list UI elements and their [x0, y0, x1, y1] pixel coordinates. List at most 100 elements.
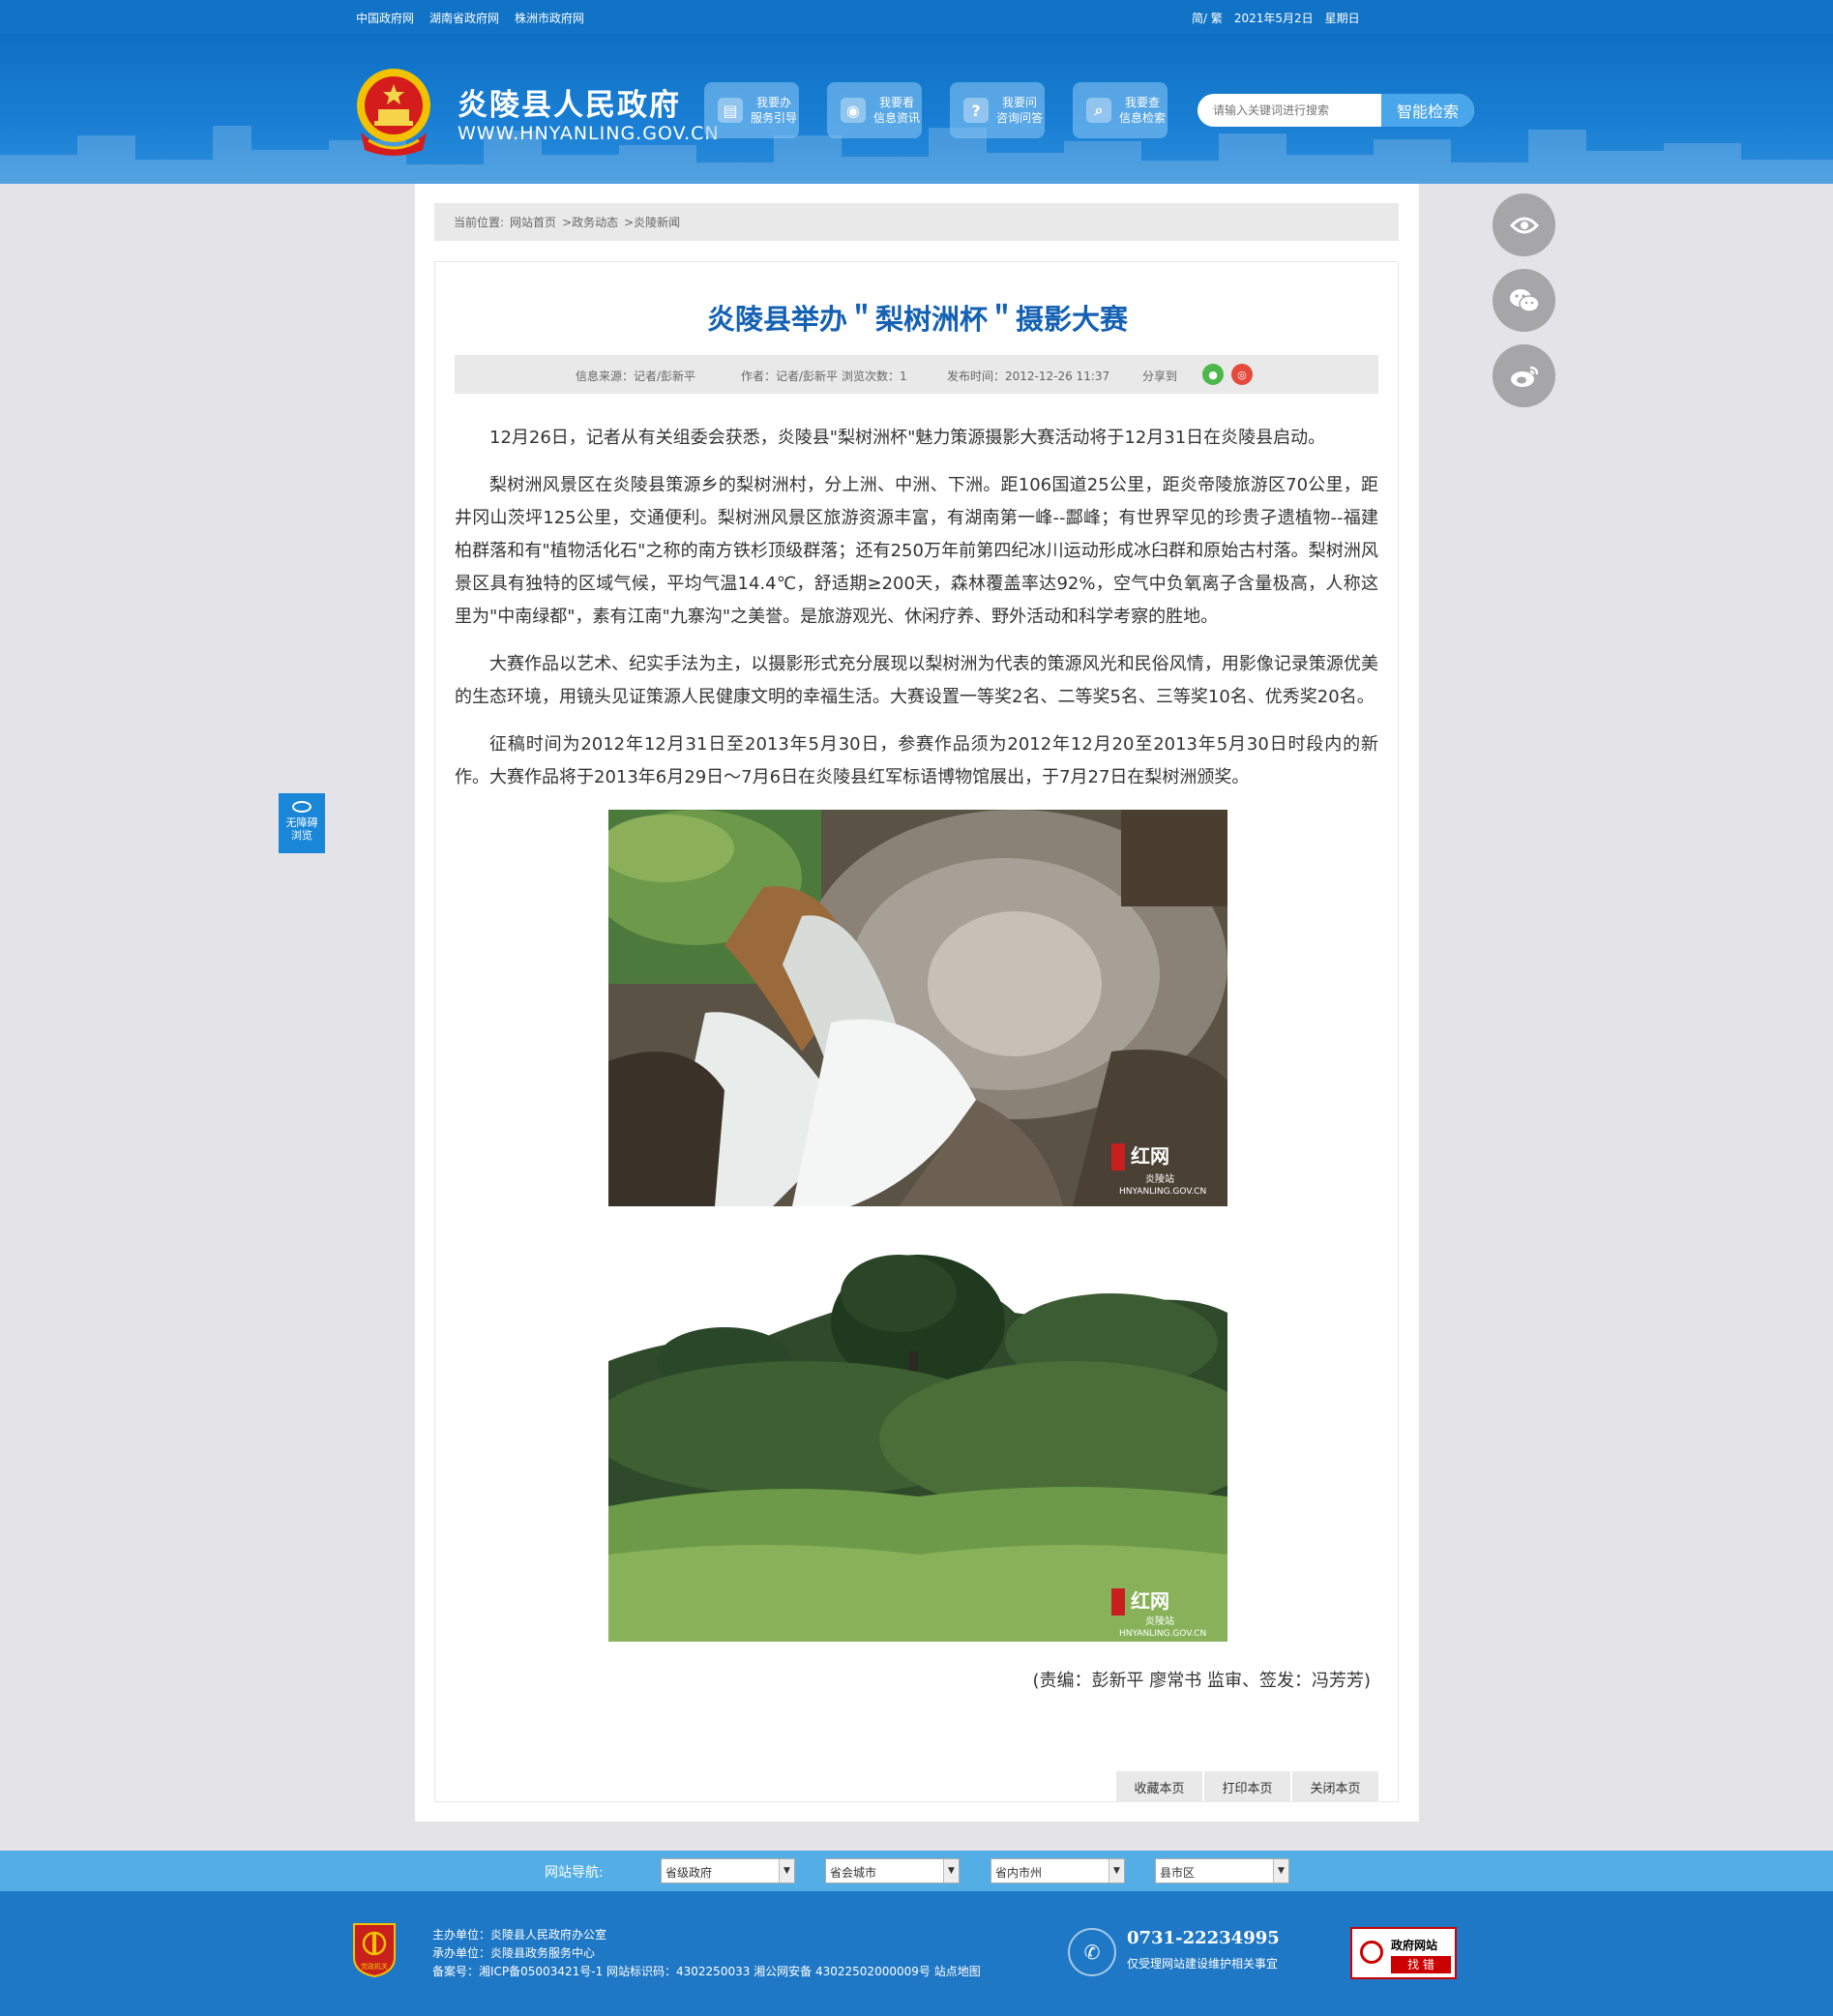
- site-footer: 党政机关 主办单位：炎陵县人民政府办公室 承办单位：炎陵县政务服务中心 备案号：…: [0, 1891, 1833, 2016]
- top-links: 中国政府网 湖南省政府网 株洲市政府网: [356, 10, 584, 26]
- forest-photo: 红网 炎陵站 HNYANLING.GOV.CN: [608, 1235, 1227, 1642]
- search-box: 智能检索: [1197, 94, 1474, 127]
- quick-button-line2: 信息资讯: [873, 111, 921, 125]
- paragraph: 征稿时间为2012年12月31日至2013年5月30日，参赛作品须为2012年1…: [455, 734, 1378, 787]
- footer-phone-note: 仅受理网站建设维护相关事宜: [1127, 1957, 1279, 1971]
- current-weekday: 星期日: [1324, 12, 1360, 25]
- close-page-button[interactable]: 关闭本页: [1292, 1771, 1378, 1802]
- magnifier-icon: [1360, 1941, 1383, 1964]
- select-value: 省内市州: [995, 1866, 1043, 1880]
- article-body: 12月26日，记者从有关组委会获悉，炎陵县"梨树洲杯"魅力策源摄影大赛活动将于1…: [455, 422, 1378, 809]
- bookmark-button[interactable]: 收藏本页: [1116, 1771, 1202, 1802]
- meta-author: 作者：记者/彭新平: [741, 370, 839, 383]
- select-province-cities[interactable]: 省内市州 ▼: [990, 1858, 1125, 1883]
- editor-credit: (责编：彭新平 廖常书 监审、签发：冯芳芳): [1032, 1671, 1372, 1691]
- quick-button-ask[interactable]: ? 我要问咨询问答: [950, 82, 1045, 138]
- accessibility-label-1: 无障碍: [285, 816, 318, 829]
- photo-watermark-url: HNYANLING.GOV.CN: [1119, 1187, 1206, 1197]
- link-hunan-gov[interactable]: 湖南省政府网: [429, 10, 499, 26]
- quick-button-line2: 信息检索: [1119, 111, 1167, 125]
- meta-published: 发布时间：2012-12-26 11:37: [947, 370, 1110, 383]
- photo-watermark-url: HNYANLING.GOV.CN: [1119, 1629, 1206, 1639]
- paragraph: 大赛作品以艺术、纪实手法为主，以摄影形式充分展现以梨树洲为代表的策源风光和民俗风…: [455, 654, 1378, 707]
- link-zhuzhou-gov[interactable]: 株洲市政府网: [515, 10, 584, 26]
- quick-button-line1: 我要查: [1125, 96, 1161, 109]
- select-value: 省级政府: [665, 1866, 713, 1880]
- forest-image: 红网 炎陵站 HNYANLING.GOV.CN: [608, 1235, 1227, 1642]
- photo-watermark-sub: 炎陵站: [1145, 1172, 1174, 1185]
- select-capital-cities[interactable]: 省会城市 ▼: [825, 1858, 960, 1883]
- eye-icon: [1509, 217, 1539, 233]
- question-icon: ?: [963, 98, 989, 123]
- waterfall-photo: 红网 炎陵站 HNYANLING.GOV.CN: [608, 810, 1227, 1206]
- article-actions: 收藏本页 打印本页 关闭本页: [1116, 1771, 1378, 1802]
- meta-source: 信息来源：记者/彭新平: [576, 370, 696, 383]
- link-central-gov[interactable]: 中国政府网: [356, 10, 414, 26]
- chevron-down-icon: ▼: [1273, 1859, 1288, 1883]
- weibo-icon: [1510, 366, 1538, 387]
- search-icon: ⌕: [1086, 98, 1111, 123]
- quick-button-service[interactable]: ▤ 我要办服务引导: [704, 82, 799, 138]
- quick-button-line2: 咨询问答: [996, 111, 1044, 125]
- eye-icon: ◉: [841, 98, 866, 123]
- phone-icon: ✆: [1068, 1928, 1116, 1976]
- find-error-line1: 政府网站: [1391, 1939, 1438, 1952]
- site-url: WWW.HNYANLING.GOV.CN: [458, 123, 720, 144]
- breadcrumb-yanling-news[interactable]: >炎陵新闻: [624, 214, 680, 230]
- party-gov-badge-icon[interactable]: 党政机关: [350, 1920, 399, 1978]
- quick-button-line1: 我要问: [1002, 96, 1038, 109]
- article-meta: 信息来源：记者/彭新平 作者：记者/彭新平 浏览次数：1 发布时间：2012-1…: [455, 355, 1378, 394]
- article: 炎陵县举办＂梨树洲杯＂摄影大赛 信息来源：记者/彭新平 作者：记者/彭新平 浏览…: [434, 261, 1399, 1802]
- quick-button-line2: 服务引导: [751, 111, 798, 125]
- view-float-button[interactable]: [1493, 193, 1555, 256]
- footer-phone: 0731-22234995: [1127, 1928, 1280, 1948]
- weibo-share-icon[interactable]: ◎: [1231, 364, 1253, 385]
- quick-button-line1: 我要办: [756, 96, 792, 109]
- paragraph: 梨树洲风景区在炎陵县策源乡的梨树洲村，分上洲、中洲、下洲。距106国道25公里，…: [455, 475, 1378, 627]
- current-date: 2021年5月2日: [1233, 12, 1314, 25]
- photo-watermark-sub: 炎陵站: [1145, 1615, 1174, 1627]
- select-provincial-gov[interactable]: 省级政府 ▼: [661, 1858, 795, 1883]
- print-button[interactable]: 打印本页: [1204, 1771, 1290, 1802]
- footer-nav: 网站导航: 省级政府 ▼ 省会城市 ▼ 省内市州 ▼ 县市区 ▼: [0, 1851, 1833, 1891]
- find-error-line2: 找 错: [1391, 1956, 1451, 1973]
- breadcrumb-home[interactable]: 网站首页: [510, 214, 556, 230]
- photo-watermark: 红网: [1131, 1589, 1169, 1613]
- chevron-down-icon: ▼: [943, 1859, 959, 1883]
- article-title: 炎陵县举办＂梨树洲杯＂摄影大赛: [706, 303, 1128, 336]
- select-counties[interactable]: 县市区 ▼: [1155, 1858, 1289, 1883]
- footer-host: 主办单位：炎陵县人民政府办公室: [432, 1928, 607, 1942]
- footer-info: 主办单位：炎陵县人民政府办公室 承办单位：炎陵县政务服务中心 备案号：湘ICP备…: [432, 1926, 981, 1981]
- breadcrumb-prefix: 当前位置:: [454, 216, 505, 229]
- quick-button-line1: 我要看: [879, 96, 915, 109]
- footer-record: 备案号：湘ICP备05003421号-1 网站标识码：4302250033 湘公…: [432, 1965, 981, 1978]
- accessibility-button[interactable]: 无障碍 浏览: [279, 793, 325, 853]
- badge-text: 党政机关: [361, 1962, 388, 1971]
- find-error-button[interactable]: 政府网站 找 错: [1350, 1927, 1457, 1979]
- weibo-float-button[interactable]: [1493, 344, 1555, 407]
- site-header: 炎陵县人民政府 WWW.HNYANLING.GOV.CN ▤ 我要办 服务引导 ◉…: [0, 34, 1833, 184]
- document-icon: ▤: [718, 98, 743, 123]
- search-input[interactable]: [1197, 94, 1381, 127]
- paragraph: 12月26日，记者从有关组委会获悉，炎陵县"梨树洲杯"魅力策源摄影大赛活动将于1…: [489, 428, 1326, 448]
- select-value: 省会城市: [830, 1866, 877, 1880]
- footer-operator: 承办单位：炎陵县政务服务中心: [432, 1946, 596, 1960]
- top-bar: 中国政府网 湖南省政府网 株洲市政府网 简/ 繁 2021年5月2日 星期日: [0, 0, 1833, 34]
- chevron-down-icon: ▼: [1109, 1859, 1124, 1883]
- wechat-float-button[interactable]: [1493, 269, 1555, 332]
- search-button[interactable]: 智能检索: [1381, 94, 1474, 127]
- wechat-share-icon[interactable]: ●: [1202, 364, 1224, 385]
- eye-icon: [292, 801, 311, 813]
- meta-views: 浏览次数：1: [842, 370, 907, 383]
- waterfall-image: 红网 炎陵站 HNYANLING.GOV.CN: [608, 810, 1227, 1206]
- footer-nav-label: 网站导航:: [545, 1865, 604, 1881]
- breadcrumb: 当前位置: 网站首页 >政务动态 >炎陵新闻: [434, 203, 1399, 241]
- top-right: 简/ 繁 2021年5月2日 星期日: [1192, 10, 1360, 26]
- quick-button-info[interactable]: ◉ 我要看信息资讯: [827, 82, 922, 138]
- national-emblem-icon: [357, 69, 430, 156]
- wechat-icon: [1509, 288, 1540, 312]
- select-value: 县市区: [1160, 1866, 1196, 1880]
- lang-switch[interactable]: 简/ 繁: [1192, 10, 1223, 26]
- breadcrumb-gov-news[interactable]: >政务动态: [562, 214, 618, 230]
- quick-button-search[interactable]: ⌕ 我要查信息检索: [1073, 82, 1168, 138]
